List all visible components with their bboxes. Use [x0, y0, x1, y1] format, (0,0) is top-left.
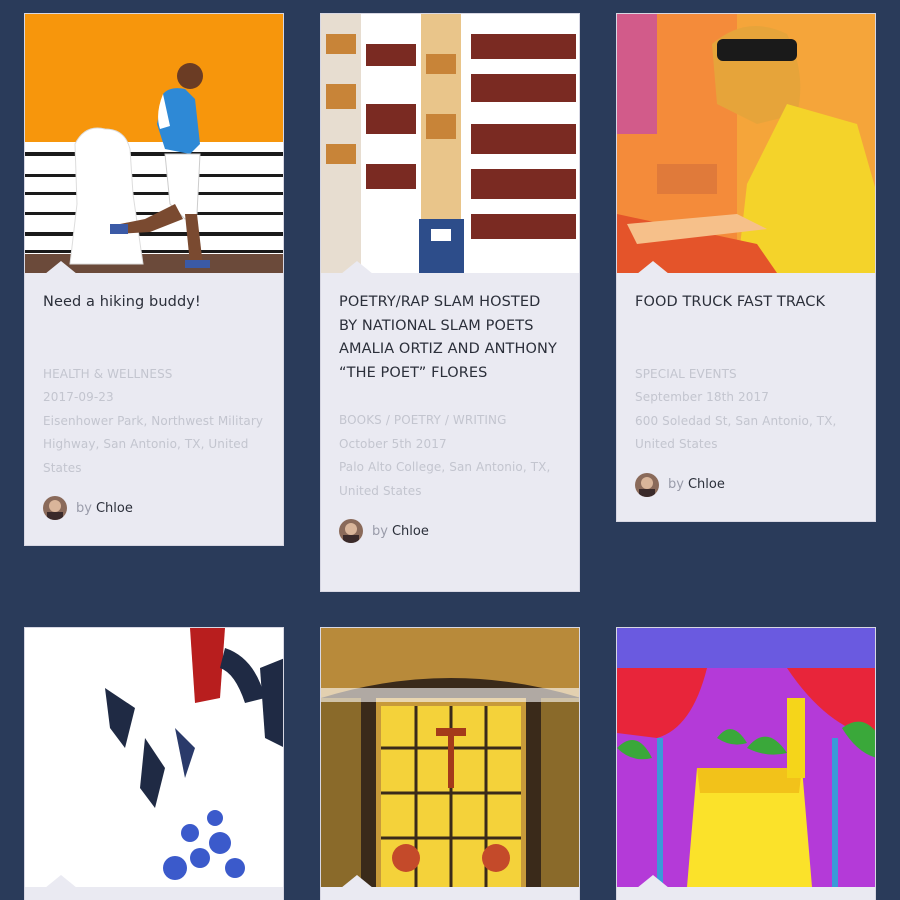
author-name[interactable]: Chloe	[688, 477, 725, 492]
event-image[interactable]	[617, 14, 875, 273]
event-category: SPECIAL EVENTS	[635, 366, 737, 381]
by-label: by	[372, 523, 388, 539]
event-author[interactable]: by Chloe	[339, 519, 561, 543]
event-grid: Need a hiking buddy! HEALTH & WELLNESS 2…	[0, 0, 900, 900]
image-notch	[341, 261, 373, 273]
event-location: Eisenhower Park, Northwest Military High…	[43, 413, 264, 475]
by-label: by	[668, 477, 684, 492]
event-title[interactable]: FOOD TRUCK FAST TRACK	[635, 291, 857, 315]
event-image[interactable]	[25, 628, 283, 887]
event-location: Palo Alto College, San Antonio, TX, Unit…	[339, 460, 551, 498]
avatar[interactable]	[635, 472, 659, 497]
image-notch	[45, 875, 77, 887]
event-location: 600 Soledad St, San Antonio, TX, United …	[635, 413, 837, 452]
avatar[interactable]	[43, 496, 67, 520]
event-card[interactable]	[320, 627, 580, 900]
author-name[interactable]: Chloe	[392, 524, 429, 539]
by-label: by	[76, 500, 92, 516]
event-image[interactable]	[321, 628, 579, 887]
event-card[interactable]	[616, 627, 876, 900]
image-notch	[45, 261, 77, 273]
author-name[interactable]: Chloe	[96, 501, 133, 516]
event-card[interactable]	[24, 627, 284, 900]
event-category: BOOKS / POETRY / WRITING	[339, 413, 507, 427]
event-date: 2017-09-23	[43, 390, 114, 404]
image-notch	[341, 875, 373, 887]
event-category: HEALTH & WELLNESS	[43, 366, 173, 381]
event-date: September 18th 2017	[635, 390, 769, 404]
event-image[interactable]	[25, 14, 283, 273]
avatar[interactable]	[339, 519, 363, 543]
event-title[interactable]: Need a hiking buddy!	[43, 291, 265, 315]
image-notch	[637, 261, 669, 273]
event-image[interactable]	[321, 14, 579, 273]
event-author[interactable]: by Chloe	[43, 496, 265, 520]
event-title[interactable]: POETRY/RAP SLAM HOSTED BY NATIONAL SLAM …	[339, 291, 561, 385]
event-card[interactable]: FOOD TRUCK FAST TRACK SPECIAL EVENTS Sep…	[616, 13, 876, 522]
event-author[interactable]: by Chloe	[635, 472, 857, 497]
event-date: October 5th 2017	[339, 436, 447, 451]
event-card[interactable]: POETRY/RAP SLAM HOSTED BY NATIONAL SLAM …	[320, 13, 580, 592]
event-image[interactable]	[617, 628, 875, 887]
image-notch	[637, 875, 669, 887]
event-card[interactable]: Need a hiking buddy! HEALTH & WELLNESS 2…	[24, 13, 284, 546]
